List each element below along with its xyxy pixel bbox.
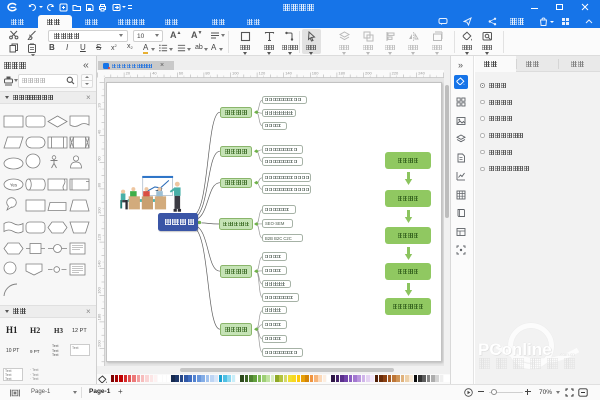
svg-text:120: 120 — [259, 71, 266, 76]
svg-text:140: 140 — [285, 71, 292, 76]
svg-text:200: 200 — [97, 339, 102, 346]
svg-text:20: 20 — [97, 102, 102, 107]
svg-text:60: 60 — [97, 155, 102, 160]
svg-text:160: 160 — [312, 71, 319, 76]
svg-text:120: 120 — [97, 233, 102, 240]
svg-text:200: 200 — [365, 71, 372, 76]
svg-text:160: 160 — [97, 286, 102, 293]
svg-text:240: 240 — [418, 71, 425, 76]
svg-text:40: 40 — [97, 128, 102, 133]
svg-text:20: 20 — [126, 71, 131, 76]
svg-text:80: 80 — [97, 182, 102, 187]
svg-text:140: 140 — [97, 259, 102, 266]
svg-text:100: 100 — [232, 71, 239, 76]
svg-text:80: 80 — [205, 71, 210, 76]
svg-text:180: 180 — [338, 71, 345, 76]
svg-text:60: 60 — [179, 71, 184, 76]
svg-text:100: 100 — [97, 206, 102, 213]
svg-text:Yes: Yes — [10, 182, 18, 187]
svg-text:40: 40 — [152, 71, 157, 76]
svg-text:180: 180 — [97, 312, 102, 319]
svg-text:220: 220 — [392, 71, 399, 76]
